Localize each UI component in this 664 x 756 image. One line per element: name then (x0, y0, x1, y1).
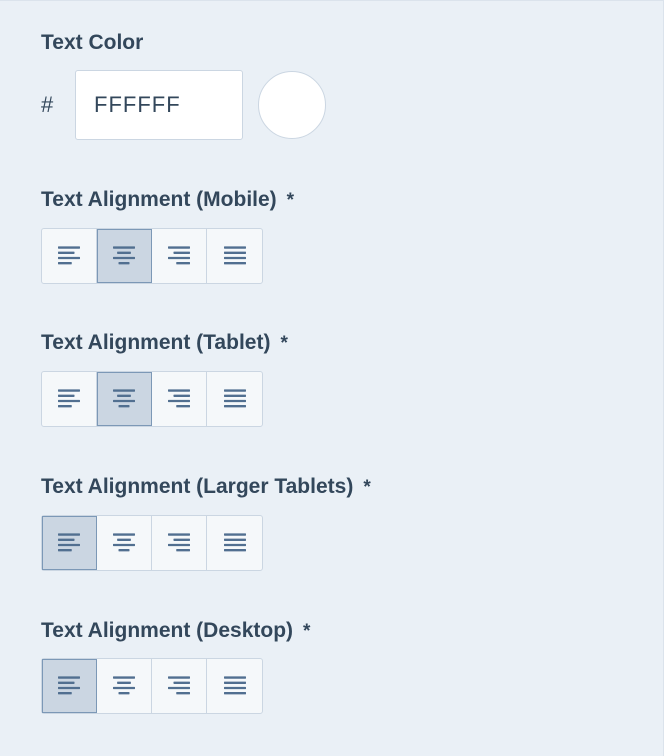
align-right-button[interactable] (152, 659, 207, 713)
align-center-button[interactable] (97, 229, 152, 283)
align-left-icon (58, 676, 80, 695)
required-marker: * (286, 190, 295, 211)
align-justify-icon (223, 389, 246, 408)
alignment-tablet-label: Text Alignment (Tablet) * (41, 330, 288, 357)
align-right-button[interactable] (152, 516, 207, 570)
alignment-larger-tablets-label: Text Alignment (Larger Tablets) * (41, 474, 371, 501)
alignment-desktop-label: Text Alignment (Desktop) * (41, 618, 310, 645)
align-left-icon (58, 533, 80, 552)
text-color-row: # (41, 70, 326, 140)
alignment-desktop-group (41, 658, 263, 714)
align-left-button[interactable] (42, 659, 97, 713)
alignment-tablet-label-text: Text Alignment (Tablet) (41, 331, 271, 354)
align-right-button[interactable] (152, 372, 207, 426)
hex-color-input[interactable] (75, 70, 243, 140)
required-marker: * (280, 333, 288, 354)
align-left-button[interactable] (42, 372, 97, 426)
align-right-button[interactable] (152, 229, 207, 283)
align-justify-icon (223, 246, 246, 265)
align-center-icon (113, 246, 135, 265)
text-color-label: Text Color (41, 30, 143, 56)
align-center-button[interactable] (97, 516, 152, 570)
required-marker: * (303, 621, 311, 642)
align-justify-button[interactable] (207, 229, 262, 283)
hash-prefix: # (41, 92, 54, 117)
align-justify-button[interactable] (207, 372, 262, 426)
align-center-icon (113, 389, 135, 408)
align-right-icon (168, 676, 190, 695)
align-left-button[interactable] (42, 229, 97, 283)
alignment-desktop-label-text: Text Alignment (Desktop) (41, 619, 294, 642)
alignment-mobile-label: Text Alignment (Mobile) * (41, 187, 294, 214)
required-marker: * (363, 477, 371, 498)
align-right-icon (168, 389, 190, 408)
align-left-icon (58, 246, 80, 265)
text-style-settings-panel: Text Color # Text Alignment (Mobile) * Te… (0, 0, 664, 756)
alignment-mobile-group (41, 228, 263, 284)
align-center-icon (113, 533, 135, 552)
align-justify-button[interactable] (207, 516, 262, 570)
align-justify-icon (223, 533, 246, 552)
align-left-icon (58, 389, 80, 408)
align-justify-icon (223, 676, 246, 695)
alignment-mobile-label-text: Text Alignment (Mobile) (41, 188, 277, 211)
alignment-larger-tablets-label-text: Text Alignment (Larger Tablets) (41, 475, 354, 498)
align-center-icon (113, 676, 135, 695)
align-right-icon (168, 246, 190, 265)
align-left-button[interactable] (42, 516, 97, 570)
align-right-icon (168, 533, 190, 552)
color-swatch[interactable] (258, 71, 326, 139)
align-center-button[interactable] (97, 372, 152, 426)
align-center-button[interactable] (97, 659, 152, 713)
alignment-larger-tablets-group (41, 515, 263, 571)
align-justify-button[interactable] (207, 659, 262, 713)
text-color-label-text: Text Color (41, 31, 144, 54)
alignment-tablet-group (41, 371, 263, 427)
